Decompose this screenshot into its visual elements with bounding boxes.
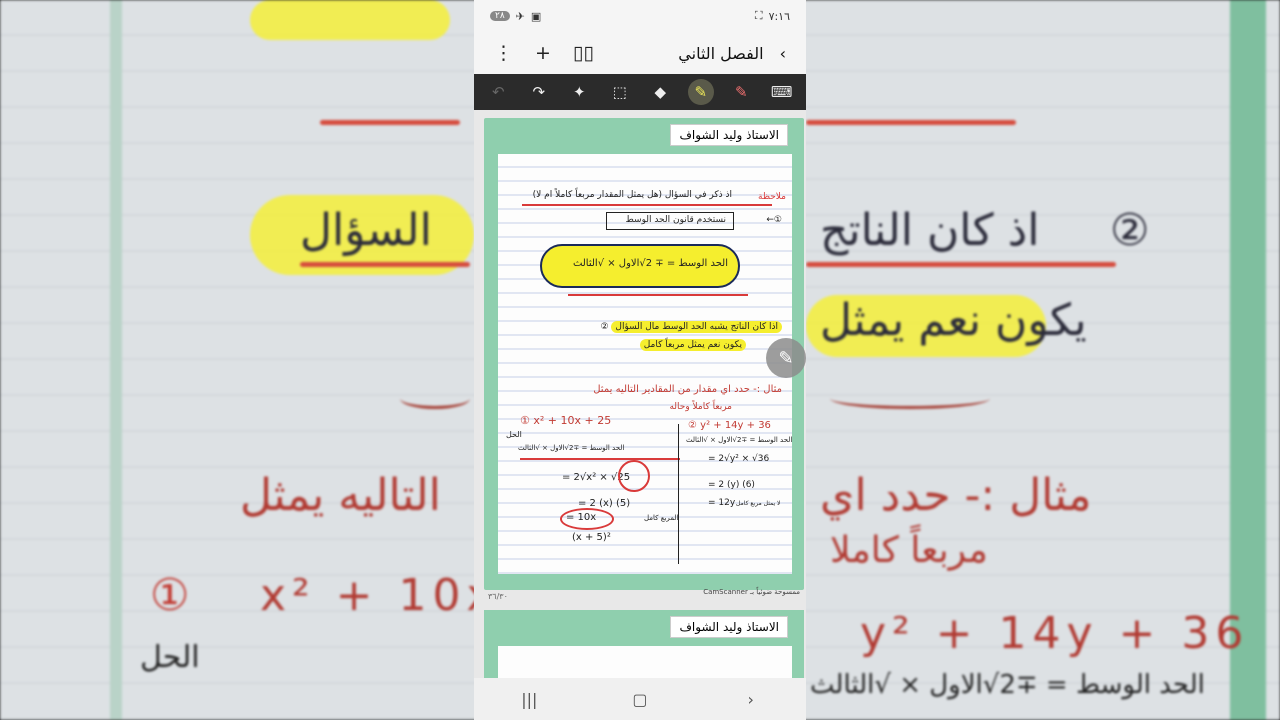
- eq-2-text: y² + 14y + 36: [700, 420, 771, 431]
- highlighter-icon[interactable]: ✎: [687, 79, 714, 105]
- bg-text-1: اذ كان الناتج: [820, 205, 1040, 256]
- eq-1: ① x² + 10x + 25: [520, 414, 612, 427]
- bg-text-4: التاليه يمثل: [240, 470, 441, 521]
- status-right: ⛶ ٧:١٦: [755, 9, 790, 23]
- note-line-1: اذ ذكر في السؤال (هل يمثل المقدار مربعاً…: [532, 190, 732, 200]
- bg-redline-2: [806, 120, 1016, 125]
- add-icon[interactable]: +: [535, 42, 551, 64]
- solution-label: الحل: [506, 430, 522, 439]
- bg-text-6: الحل: [140, 640, 200, 675]
- screenshot-icon: ⛶: [754, 9, 763, 22]
- step-1: نستخدم قانون الحد الوسط: [625, 215, 727, 225]
- status-time: ٧:١٦: [768, 9, 790, 23]
- edit-pen-fab[interactable]: ✎: [766, 338, 806, 378]
- underline-3: [520, 458, 680, 460]
- notebook-canvas[interactable]: الاستاذ وليد الشواف ملاحظة اذ ذكر في الس…: [474, 110, 806, 706]
- underline-2: [568, 294, 748, 296]
- app-bar-actions: ⋮ + ▯▯: [494, 42, 594, 64]
- eq2-step-3: = 2 (y) (6): [708, 480, 755, 490]
- battery-pill: ٢٨: [490, 11, 510, 21]
- underline-1: [522, 204, 772, 206]
- keyboard-icon[interactable]: ⌨: [769, 79, 795, 105]
- eq2-step-2: = 2√y² × √36: [708, 454, 770, 464]
- eq1-result: (x + 5)²: [572, 532, 611, 543]
- phone-screen: ٢٨ ✈ ▣ ⛶ ٧:١٦ ⋮ + ▯▯ › الفصل الثاني ↶ ↷ …: [474, 0, 806, 720]
- bg-highlight-top: [250, 0, 450, 40]
- formula: الحد الوسط = ∓ 2√الاول × √الثالث: [572, 258, 728, 269]
- bg-text-2: يكون نعم يمثل: [820, 295, 1087, 346]
- status-bar: ٢٨ ✈ ▣ ⛶ ٧:١٦: [474, 0, 806, 32]
- lined-paper: ملاحظة اذ ذكر في السؤال (هل يمثل المقدار…: [498, 154, 792, 574]
- bg-text-5: مربعاً كاملا: [830, 530, 988, 571]
- bg-circled-2: ②: [1110, 205, 1156, 256]
- example-b: مربعاً كاملاً وحاله: [669, 402, 732, 412]
- book-icon[interactable]: ▯▯: [573, 42, 594, 64]
- status-left: ٢٨ ✈ ▣: [490, 10, 541, 23]
- step-2b: يكون نعم يمثل مربعاً كامل: [639, 339, 746, 351]
- pen-icon[interactable]: ✎: [728, 79, 754, 105]
- eraser-icon[interactable]: ◆: [647, 79, 673, 105]
- airplane-icon: ✈: [515, 9, 525, 23]
- bg-wave-2: [830, 388, 990, 409]
- eq-1-text: x² + 10x + 25: [533, 414, 612, 427]
- system-nav-bar: ||| ▢ ›: [474, 678, 806, 720]
- divider-line: [678, 424, 679, 564]
- bg-frame-left: [110, 0, 122, 720]
- redo-icon[interactable]: ↷: [526, 79, 552, 105]
- eq2-step-4: = 12y: [708, 498, 736, 508]
- step-2: اذا كان الناتج يشبه الحد الوسط مال السؤا…: [600, 321, 782, 333]
- bg-redline-3: [300, 262, 470, 267]
- step-2-text: اذا كان الناتج يشبه الحد الوسط مال السؤا…: [611, 321, 782, 333]
- select-rect-icon[interactable]: ⬚: [607, 79, 633, 105]
- page-2-header: الاستاذ وليد الشواف: [670, 616, 788, 638]
- example: مثال :- حدد اي مقدار من المقادير التاليه…: [593, 384, 782, 395]
- bg-formula-right: y² + 14y + 36: [860, 608, 1250, 659]
- home-icon[interactable]: ▢: [620, 690, 660, 709]
- page-header: الاستاذ وليد الشواف: [670, 124, 788, 146]
- page-number: ٣٦/٣٠: [488, 592, 508, 601]
- eq1-step-4: = 10x: [566, 512, 597, 523]
- bg-redline-1: [320, 120, 460, 125]
- bg-circled-1: ①: [150, 570, 196, 621]
- app-bar-title-wrap: › الفصل الثاني: [678, 44, 786, 63]
- eq2-tag: لا يمثل مربع كامل: [736, 500, 781, 507]
- lasso-magic-icon[interactable]: ✦: [566, 79, 592, 105]
- bg-bottom-formula: الحد الوسط = ∓2√الاول × √الثالث: [810, 670, 1205, 700]
- step-2b-text: يكون نعم يمثل مربعاً كامل: [639, 339, 746, 351]
- chevron-right-icon[interactable]: ›: [780, 44, 786, 63]
- page-title: الفصل الثاني: [678, 43, 764, 63]
- cast-icon: ▣: [530, 9, 542, 23]
- app-bar: ⋮ + ▯▯ › الفصل الثاني: [474, 32, 806, 74]
- bg-text-3: مثال :- حدد اي: [820, 470, 1092, 521]
- recents-icon[interactable]: |||: [509, 690, 549, 709]
- note-label: ملاحظة: [758, 192, 786, 202]
- bg-text-sual: السؤال: [300, 205, 432, 256]
- eq2-step-1: الحد الوسط = ∓2√الاول × √الثالث: [686, 436, 793, 444]
- bg-redline-4: [806, 262, 1116, 267]
- drawing-toolbar: ↶ ↷ ✦ ⬚ ◆ ✎ ✎ ⌨: [474, 74, 806, 110]
- eq-2: ② y² + 14y + 36: [688, 420, 771, 431]
- scanner-watermark: ممسوحة ضوئياً بـ CamScanner: [703, 588, 800, 596]
- eq1-tag: المربع كامل: [644, 514, 679, 522]
- circle-25: [618, 460, 650, 492]
- bg-formula-left: x² + 10x: [260, 570, 499, 621]
- notebook-page-1: الاستاذ وليد الشواف ملاحظة اذ ذكر في الس…: [484, 118, 804, 590]
- bg-wave-1: [400, 388, 470, 409]
- back-icon[interactable]: ›: [731, 690, 771, 709]
- step-1-num: ①←: [766, 215, 782, 225]
- more-vert-icon[interactable]: ⋮: [494, 42, 513, 64]
- eq1-step-1: الحد الوسط = ∓2√الاول × √الثالث: [518, 444, 625, 452]
- undo-icon[interactable]: ↶: [485, 79, 511, 105]
